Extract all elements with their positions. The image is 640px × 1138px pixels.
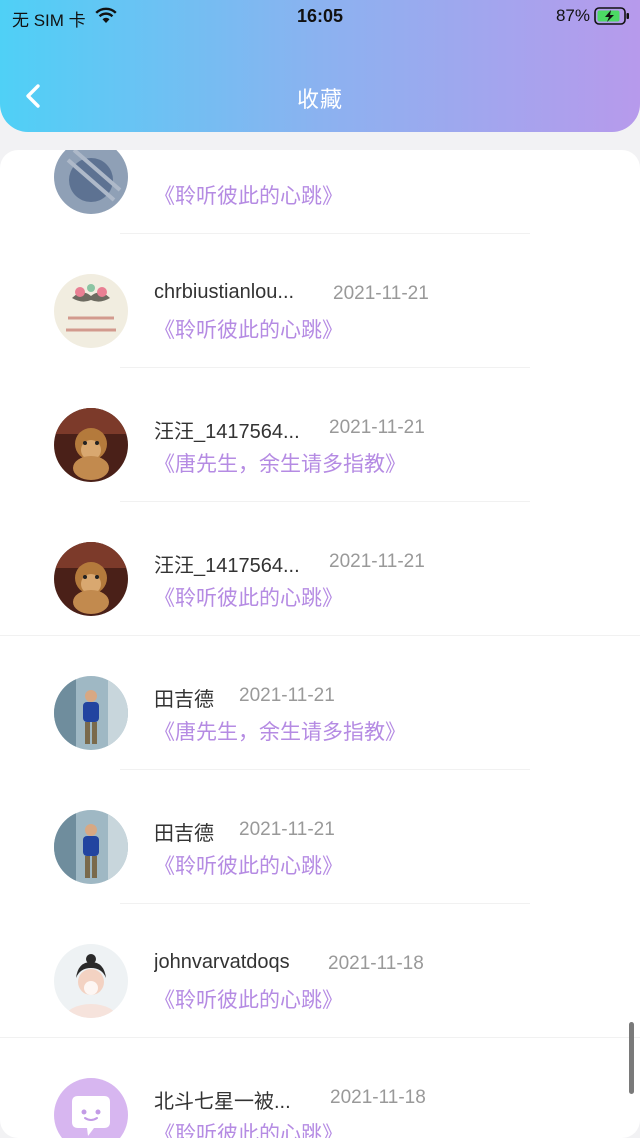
user-name: 北斗七星一被... [154,1091,291,1113]
avatar[interactable] [54,676,128,750]
favorite-date: 2021-11-21 [333,283,429,304]
header: 无 SIM 卡 16:05 87% 收藏 [0,0,640,132]
book-title: 《聆听彼此的心跳》 [154,587,343,610]
scrollbar[interactable] [629,1022,634,1094]
list-item[interactable]: 田吉德 2021-11-21 《唐先生，余生请多指教》 [0,636,640,770]
avatar[interactable] [54,542,128,616]
user-name: 汪汪_1417564... [154,555,300,577]
book-title: 《聆听彼此的心跳》 [154,319,343,342]
battery-percent: 87% [555,6,590,25]
list-item[interactable]: johnvarvatdoqs 2021-11-18 《聆听彼此的心跳》 [0,904,640,1038]
book-title: 《聆听彼此的心跳》 [154,1123,343,1138]
favorite-date: 2021-11-21 [329,551,425,572]
favorite-date: 2021-11-21 [239,685,335,706]
favorites-list-card[interactable]: 《聆听彼此的心跳》 chrbiustianlou... 2021-11-21 《… [0,150,640,1138]
book-title: 《聆听彼此的心跳》 [154,185,343,208]
clock: 16:05 [296,6,344,26]
list-item[interactable]: 《聆听彼此的心跳》 [0,150,640,234]
book-title: 《聆听彼此的心跳》 [154,989,343,1012]
user-name: johnvarvatdoqs [154,951,290,973]
favorite-date: 2021-11-21 [239,819,335,840]
list-item[interactable]: 汪汪_1417564... 2021-11-21 《唐先生，余生请多指教》 [0,368,640,502]
user-name: 汪汪_1417564... [154,421,300,443]
list-item[interactable]: 北斗七星一被... 2021-11-18 《聆听彼此的心跳》 [0,1038,640,1138]
favorite-date: 2021-11-18 [330,1087,426,1108]
book-title: 《唐先生，余生请多指教》 [154,453,406,476]
avatar[interactable] [54,1078,128,1138]
favorite-date: 2021-11-18 [328,953,424,974]
user-name: chrbiustianlou... [154,281,295,303]
list-item[interactable]: 田吉德 2021-11-21 《聆听彼此的心跳》 [0,770,640,904]
battery-charging-icon [594,7,629,25]
book-title: 《唐先生，余生请多指教》 [154,721,406,744]
user-name: 田吉德 [154,823,214,845]
favorites-list: 《聆听彼此的心跳》 chrbiustianlou... 2021-11-21 《… [0,150,640,1138]
list-item[interactable]: 汪汪_1417564... 2021-11-21 《聆听彼此的心跳》 [0,502,640,636]
page-title: 收藏 [296,87,343,112]
list-item[interactable]: chrbiustianlou... 2021-11-21 《聆听彼此的心跳》 [0,234,640,368]
avatar[interactable] [54,408,128,482]
avatar[interactable] [54,810,128,884]
avatar[interactable] [54,944,128,1018]
status-bar: 无 SIM 卡 16:05 87% [0,0,640,34]
user-name: 田吉德 [154,689,214,711]
avatar[interactable] [54,150,128,214]
favorite-date: 2021-11-21 [329,417,425,438]
avatar[interactable] [54,274,128,348]
book-title: 《聆听彼此的心跳》 [154,855,343,878]
